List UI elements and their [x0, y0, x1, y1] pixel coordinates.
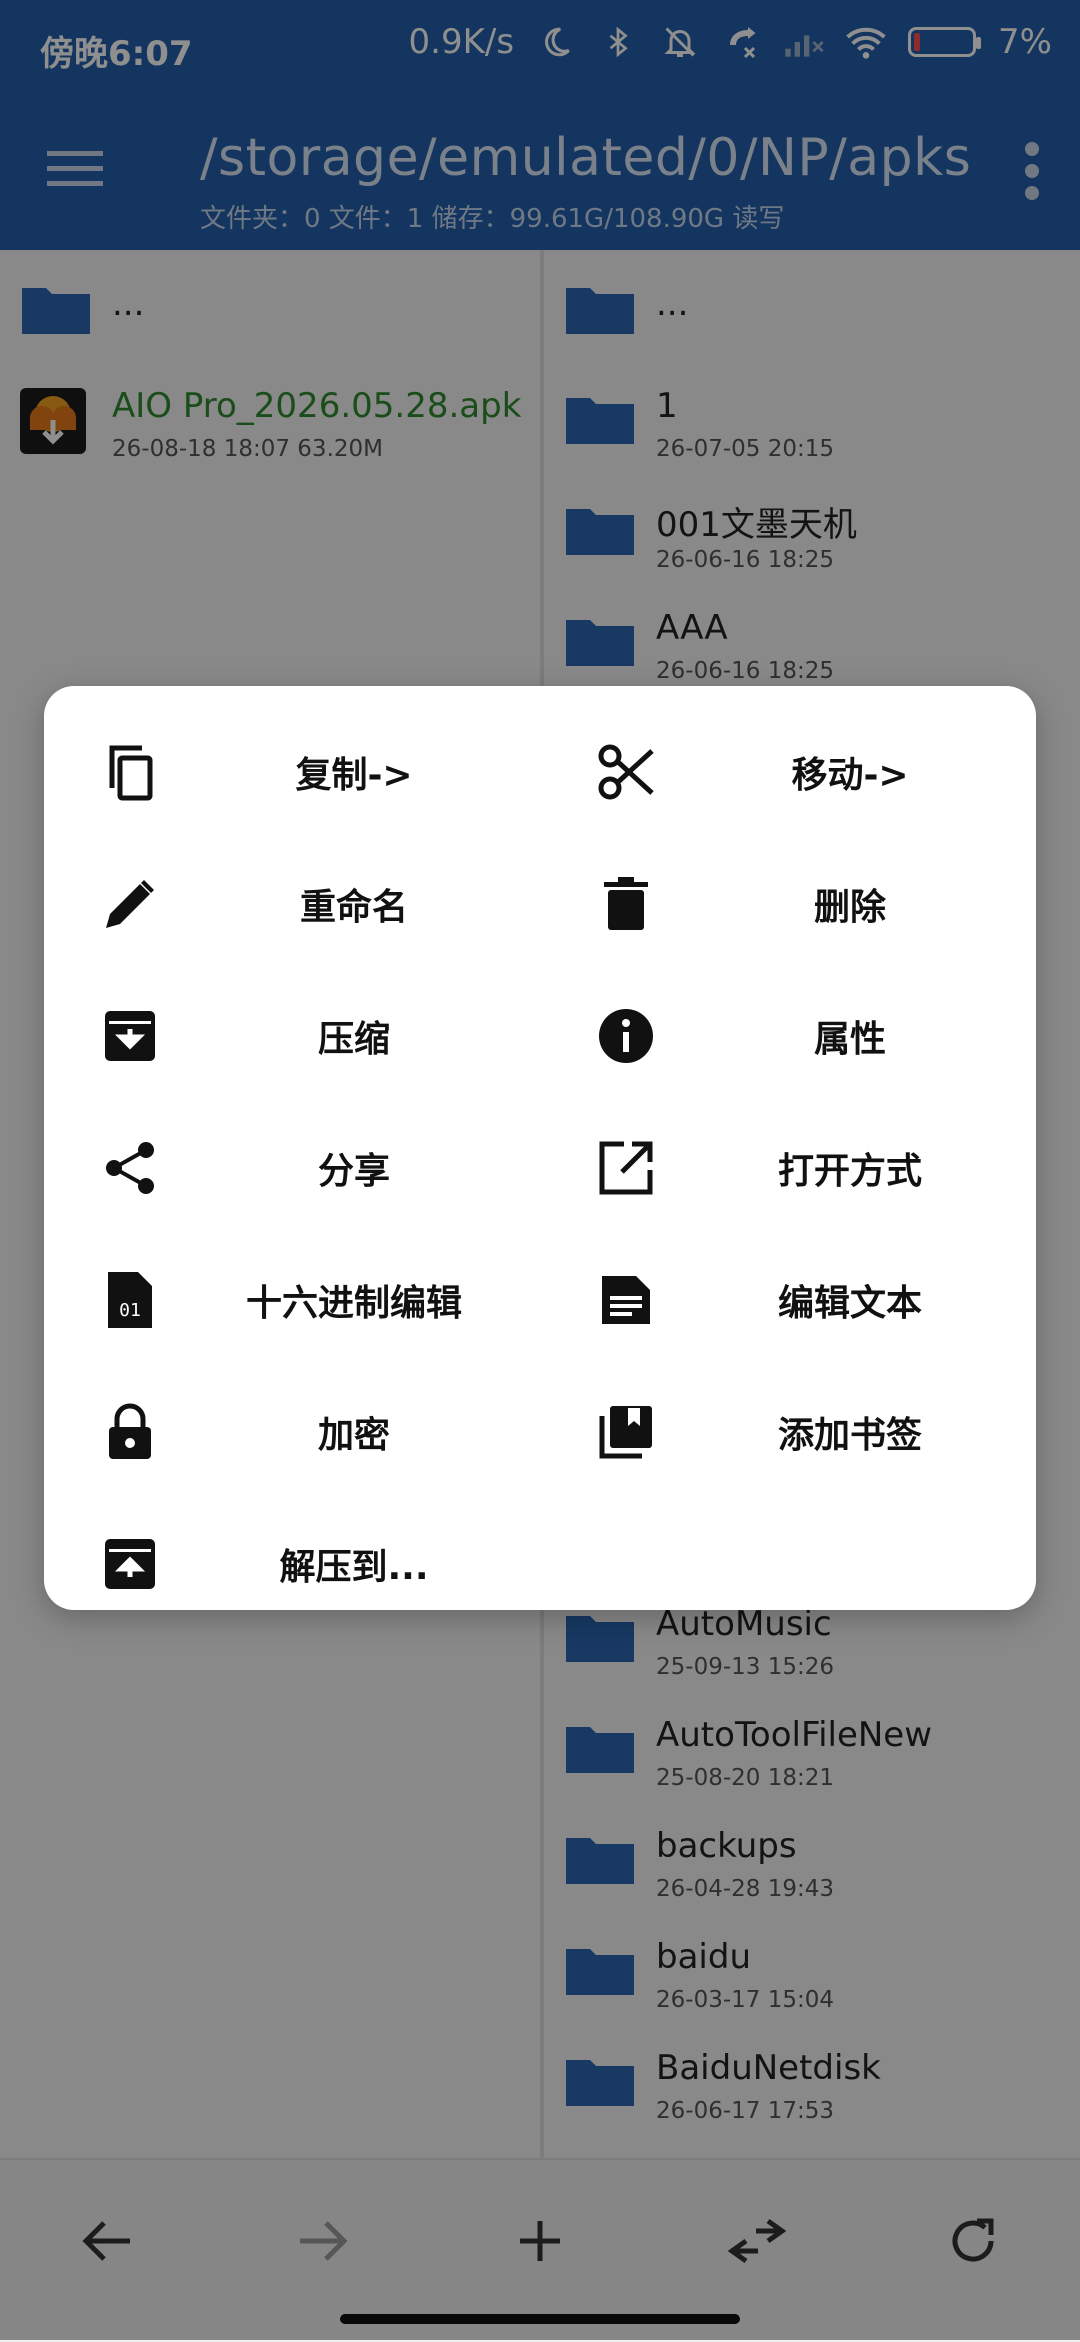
- menu-item-encrypt[interactable]: 加密: [44, 1364, 540, 1496]
- text-file-icon: [596, 1270, 656, 1330]
- open-external-icon: [596, 1138, 656, 1198]
- menu-item-add-bookmark[interactable]: 添加书签: [540, 1364, 1036, 1496]
- menu-item-label: 复制->: [295, 755, 413, 796]
- menu-item-label: 属性: [813, 1019, 886, 1060]
- menu-item-extract-to[interactable]: 解压到...: [44, 1496, 540, 1628]
- bookmark-icon: [596, 1402, 656, 1462]
- menu-item-compress[interactable]: 压缩: [44, 968, 540, 1100]
- menu-item-label: 编辑文本: [777, 1283, 922, 1324]
- menu-item-copy[interactable]: 复制->: [44, 704, 540, 836]
- menu-item-hex-edit[interactable]: 01 十六进制编辑: [44, 1232, 540, 1364]
- menu-item-label: 添加书签: [777, 1415, 922, 1456]
- menu-item-share[interactable]: 分享: [44, 1100, 540, 1232]
- menu-item-rename[interactable]: 重命名: [44, 836, 540, 968]
- unarchive-icon: [100, 1534, 160, 1594]
- menu-item-label: 解压到...: [279, 1547, 429, 1588]
- trash-icon: [596, 874, 656, 934]
- file-context-menu: 复制-> 移动-> 重命名 删除 压缩 属性 分享 打开方式 01 十六进制编辑…: [44, 686, 1036, 1610]
- menu-item-label: 打开方式: [777, 1151, 922, 1192]
- archive-icon: [100, 1006, 160, 1066]
- menu-item-delete[interactable]: 删除: [540, 836, 1036, 968]
- menu-item-label: 十六进制编辑: [245, 1283, 462, 1324]
- scissors-icon: [596, 742, 656, 802]
- menu-item-label: 分享: [317, 1151, 390, 1192]
- menu-item-label: 删除: [813, 887, 886, 928]
- copy-icon: [100, 742, 160, 802]
- menu-item-label: 移动->: [791, 755, 909, 796]
- lock-icon: [100, 1402, 160, 1462]
- svg-text:01: 01: [119, 1300, 141, 1321]
- share-icon: [100, 1138, 160, 1198]
- menu-item-properties[interactable]: 属性: [540, 968, 1036, 1100]
- pencil-icon: [100, 874, 160, 934]
- menu-item-label: 重命名: [299, 887, 408, 928]
- info-icon: [596, 1006, 656, 1066]
- menu-item-label: 加密: [317, 1415, 390, 1456]
- menu-item-label: 压缩: [317, 1019, 390, 1060]
- menu-item-open-with[interactable]: 打开方式: [540, 1100, 1036, 1232]
- menu-item-move[interactable]: 移动->: [540, 704, 1036, 836]
- menu-item-edit-text[interactable]: 编辑文本: [540, 1232, 1036, 1364]
- hex-file-icon: 01: [100, 1270, 160, 1330]
